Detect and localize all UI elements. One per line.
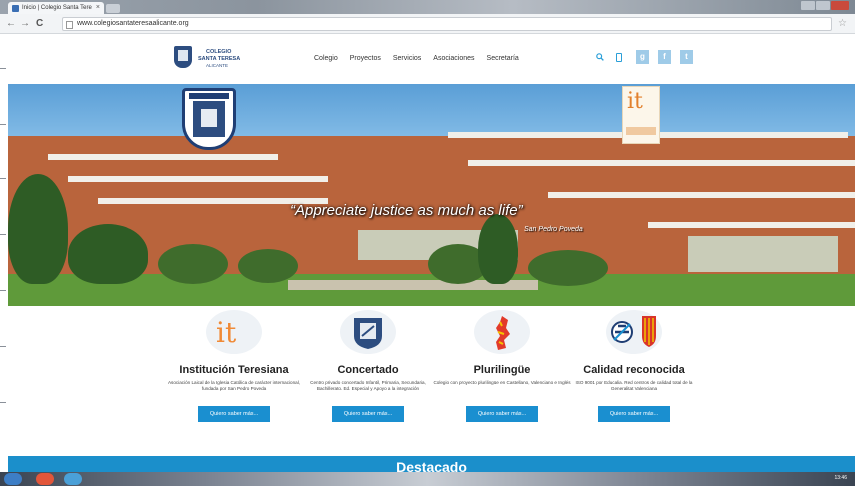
main-menu: Colegio Proyectos Servicios Asociaciones… (314, 55, 519, 62)
palm-tree (478, 214, 518, 284)
institucion-teresiana-banner: it (622, 86, 660, 144)
site-header: COLEGIO SANTA TERESA ALICANTE Colegio Pr… (0, 34, 855, 84)
hero-banner: it “Appreciate justice as much as life” … (8, 84, 855, 306)
phone-icon[interactable] (616, 53, 622, 62)
quiero-saber-mas-button[interactable]: Quiero saber más... (332, 406, 404, 422)
feature-text: Asociación Laical de la Iglesia Católica… (167, 380, 301, 392)
site-favicon-icon (12, 5, 19, 12)
banner-caption (626, 127, 656, 135)
address-bar[interactable]: www.colegiosantateresaalicante.org (62, 17, 832, 31)
shrub (528, 250, 608, 286)
edge-tick (0, 346, 6, 347)
quiero-saber-mas-button[interactable]: Quiero saber más... (198, 406, 270, 422)
school-crest-icon (174, 46, 192, 68)
valencia-map-icon (496, 316, 510, 350)
building-ledge (468, 160, 855, 166)
maximize-button[interactable] (816, 1, 830, 10)
feature-text: Centro privado concertado Infantil, Prim… (310, 380, 426, 392)
browser-toolbar: ← → C www.colegiosantateresaalicante.org… (0, 14, 855, 34)
quality-seal-icon (611, 321, 633, 343)
building-ledge (548, 192, 855, 198)
google-plus-icon[interactable]: g (636, 50, 649, 64)
quiero-saber-mas-button[interactable]: Quiero saber más... (598, 406, 670, 422)
edge-tick (0, 402, 6, 403)
taskbar-clock: 13:46 (834, 475, 847, 481)
menu-item-asociaciones[interactable]: Asociaciones (433, 55, 474, 62)
hero-quote: “Appreciate justice as much as life” (290, 202, 523, 219)
school-logo[interactable]: COLEGIO SANTA TERESA ALICANTE (174, 46, 254, 74)
menu-item-secretaria[interactable]: Secretaría (487, 55, 519, 62)
search-icon[interactable] (596, 53, 604, 61)
school-crest-icon (354, 318, 382, 349)
bookmark-star-icon[interactable]: ☆ (838, 18, 847, 29)
browser-tab[interactable]: Inicio | Colegio Santa Tere × (8, 2, 104, 14)
feature-text: ISO 9001 por Educalia. Red centros de ca… (575, 380, 693, 392)
shrub (158, 244, 228, 284)
it-logo-icon: it (216, 316, 237, 349)
edge-tick (0, 234, 6, 235)
reload-button[interactable]: C (36, 18, 43, 29)
tree (8, 174, 68, 284)
logo-line3: ALICANTE (206, 63, 229, 68)
logo-line2: SANTA TERESA (198, 56, 241, 62)
browser-titlebar: Inicio | Colegio Santa Tere × (0, 0, 855, 14)
back-button[interactable]: ← (6, 18, 16, 29)
palm-shrub (68, 224, 148, 284)
page-icon (66, 21, 73, 29)
start-button-icon[interactable] (4, 473, 22, 485)
new-tab-button[interactable] (106, 4, 120, 13)
building-ledge (48, 154, 278, 160)
facebook-icon[interactable]: f (658, 50, 671, 64)
feature-text: Colegio con proyecto plurilingüe en Cast… (433, 380, 571, 385)
close-window-button[interactable] (831, 1, 849, 10)
shrub (238, 249, 298, 283)
it-logo-icon: it (627, 89, 643, 114)
hero-quote-author: San Pedro Poveda (524, 226, 583, 233)
building-ledge (68, 176, 328, 182)
logo-line1: COLEGIO (206, 49, 232, 55)
tab-title: Inicio | Colegio Santa Tere (22, 5, 92, 11)
edge-tick (0, 68, 6, 69)
chrome-taskbar-icon[interactable] (36, 473, 54, 485)
school-crest-emblem (182, 88, 236, 150)
tab-close-icon[interactable]: × (96, 4, 100, 11)
edge-tick (0, 290, 6, 291)
quiero-saber-mas-button[interactable]: Quiero saber más... (466, 406, 538, 422)
twitter-icon[interactable]: t (680, 50, 693, 64)
window-controls (801, 1, 849, 10)
menu-item-colegio[interactable]: Colegio (314, 55, 338, 62)
address-bar-url: www.colegiosantateresaalicante.org (77, 20, 189, 27)
building-ledge (648, 222, 855, 228)
menu-item-servicios[interactable]: Servicios (393, 55, 421, 62)
edge-tick (0, 178, 6, 179)
feature-calidad-reconocida: Calidad reconocida ISO 9001 por Educalia… (554, 310, 714, 428)
minimize-button[interactable] (801, 1, 815, 10)
edge-tick (0, 124, 6, 125)
forward-button[interactable]: → (20, 18, 30, 29)
os-taskbar: 13:46 (0, 472, 855, 486)
building-windows (688, 236, 838, 272)
generalitat-valenciana-icon (642, 316, 656, 347)
menu-item-proyectos[interactable]: Proyectos (350, 55, 381, 62)
feature-title: Calidad reconocida (583, 364, 685, 376)
ie-taskbar-icon[interactable] (64, 473, 82, 485)
